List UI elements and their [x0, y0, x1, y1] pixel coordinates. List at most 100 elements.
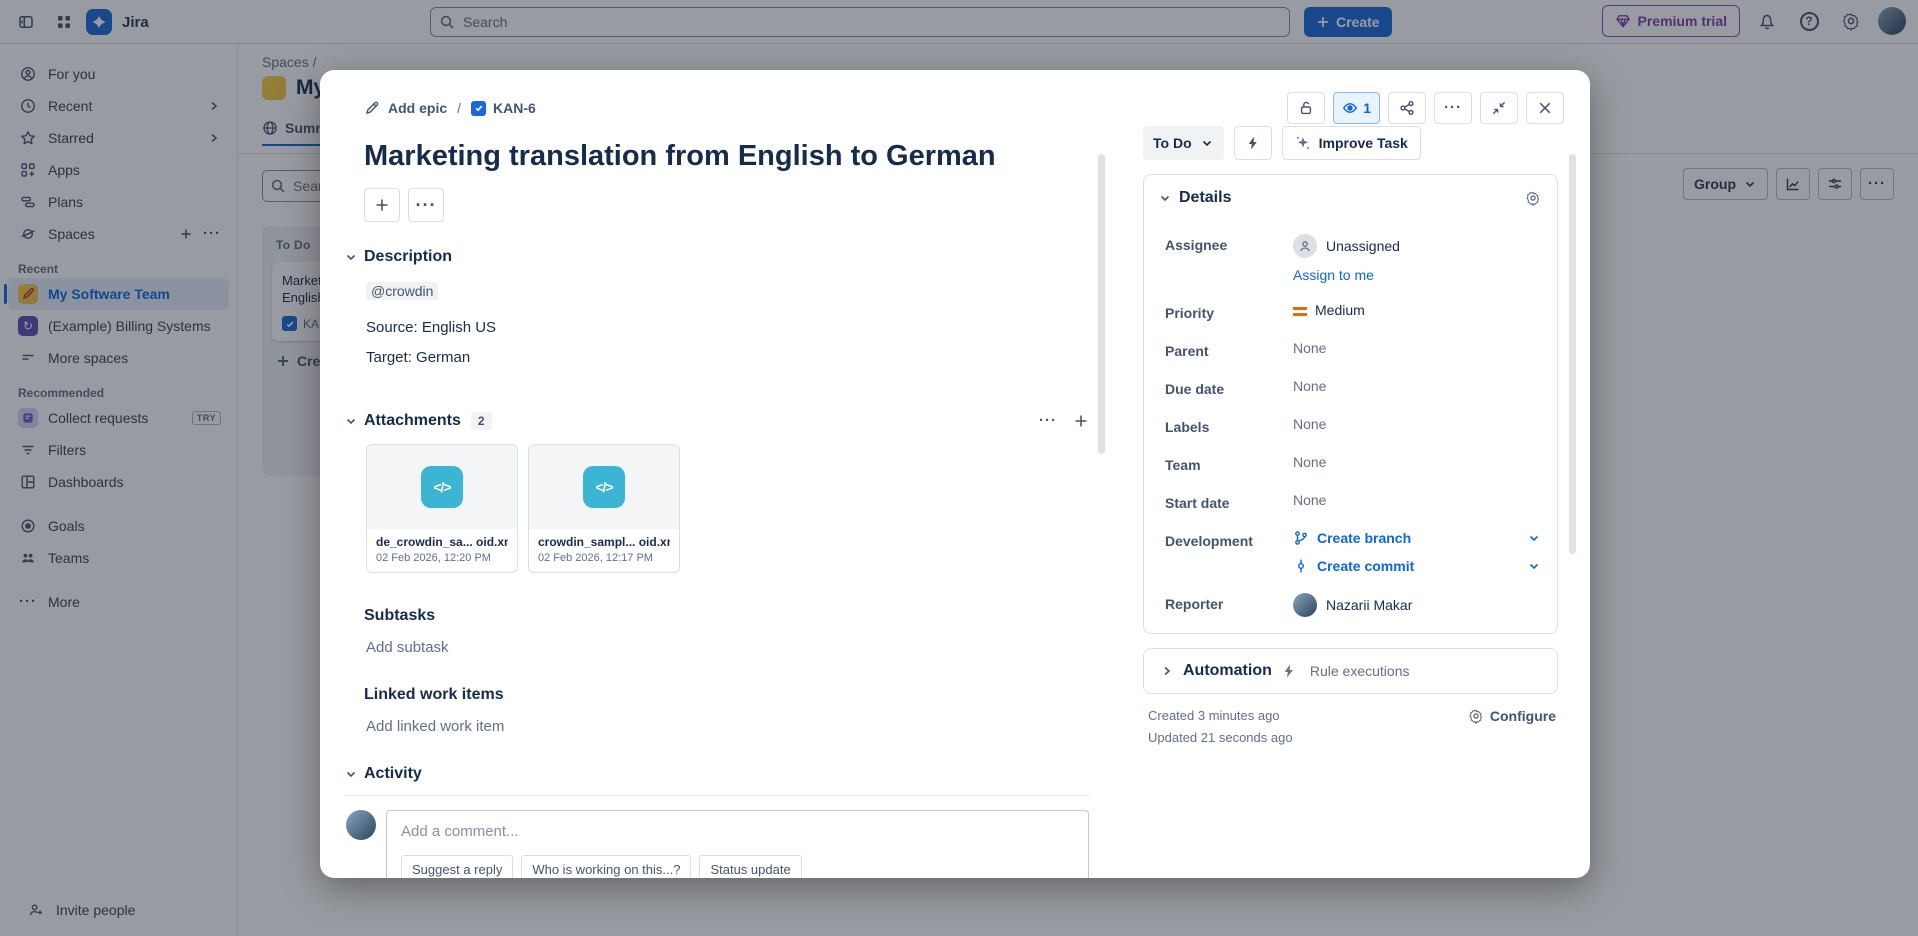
attachment-name: de_crowdin_sa... oid.xml [376, 535, 508, 549]
labels-label: Labels [1165, 416, 1293, 435]
automation-heading: Automation [1183, 662, 1272, 680]
lightning-icon [1281, 663, 1297, 679]
automation-actions-button[interactable] [1234, 126, 1272, 160]
edit-pencil-icon [364, 100, 380, 116]
due-date-field[interactable]: None [1293, 378, 1541, 394]
add-attachment-button[interactable] [1073, 413, 1089, 429]
priority-medium-icon [1293, 307, 1307, 316]
unlock-icon [1298, 100, 1314, 116]
due-date-label: Due date [1165, 378, 1293, 397]
reporter-value: Nazarii Makar [1326, 597, 1412, 613]
chevron-down-icon [344, 414, 358, 428]
parent-label: Parent [1165, 340, 1293, 359]
assignee-label: Assignee [1165, 234, 1293, 253]
user-avatar [346, 810, 376, 840]
add-linked-item-field[interactable]: Add linked work item [366, 718, 1089, 735]
g0ear-icon [1468, 708, 1484, 724]
close-modal-button[interactable] [1526, 92, 1564, 124]
attachments-count-badge: 2 [471, 412, 492, 430]
mention-crowdin[interactable]: @crowdin [366, 282, 438, 300]
xml-file-icon: </> [583, 466, 625, 508]
watch-button[interactable]: 1 [1333, 92, 1380, 124]
share-icon [1399, 100, 1415, 116]
updated-timestamp: Updated 21 seconds ago [1148, 730, 1558, 745]
attachments-more-button[interactable]: ··· [1039, 416, 1057, 426]
lightning-icon [1245, 135, 1261, 151]
work-item-modal: Add epic / KAN-6 1 ··· [320, 70, 1590, 878]
eye-icon [1342, 100, 1358, 116]
attachment-card[interactable]: </> de_crowdin_sa... oid.xml 02 Feb 2026… [366, 444, 518, 573]
chevron-down-icon [1200, 136, 1214, 150]
branch-icon [1293, 530, 1309, 546]
rule-executions-label: Rule executions [1310, 663, 1410, 679]
create-branch-link[interactable]: Create branch [1317, 530, 1411, 546]
quick-reply-suggest[interactable]: Suggest a reply [401, 855, 513, 878]
labels-field[interactable]: None [1293, 416, 1541, 432]
modal-more-button[interactable]: ··· [1434, 92, 1472, 124]
reporter-avatar [1293, 593, 1317, 617]
description-section-header[interactable]: Description [344, 248, 1089, 266]
attachment-card[interactable]: </> crowdin_sampl... oid.xml 02 Feb 2026… [528, 444, 680, 573]
attachment-name: crowdin_sampl... oid.xml [538, 535, 670, 549]
status-dropdown[interactable]: To Do [1143, 126, 1224, 160]
activity-section-header[interactable]: Activity [344, 765, 1089, 783]
reporter-label: Reporter [1165, 593, 1293, 612]
breadcrumb-separator: / [457, 100, 461, 116]
reporter-field[interactable]: Nazarii Makar [1293, 593, 1541, 617]
details-panel: Details Assignee Unassigned Assign to me [1143, 174, 1558, 634]
chevron-right-icon [1160, 664, 1174, 678]
issue-key-link[interactable]: KAN-6 [471, 100, 536, 116]
add-epic-button[interactable]: Add epic [364, 100, 447, 116]
chevron-down-icon[interactable] [1527, 531, 1541, 545]
chevron-down-icon [344, 767, 358, 781]
team-field[interactable]: None [1293, 454, 1541, 470]
parent-field[interactable]: None [1293, 340, 1541, 356]
priority-field[interactable]: Medium [1293, 302, 1541, 318]
divider [344, 795, 1089, 796]
chevron-down-icon [344, 250, 358, 264]
attachment-date: 02 Feb 2026, 12:17 PM [538, 552, 670, 564]
commit-icon [1293, 558, 1309, 574]
comment-placeholder[interactable]: Add a comment... [401, 823, 1074, 840]
modal-scrollbar[interactable] [1569, 154, 1576, 554]
attachment-thumbnail: </> [367, 445, 517, 529]
create-commit-link[interactable]: Create commit [1317, 558, 1414, 574]
quick-reply-who-working[interactable]: Who is working on this...? [521, 855, 691, 878]
description-line: Target: German [366, 349, 1089, 366]
start-date-field[interactable]: None [1293, 492, 1541, 508]
attachments-section-header[interactable]: Attachments 2 ··· [344, 412, 1089, 430]
details-heading: Details [1179, 189, 1231, 207]
priority-label: Priority [1165, 302, 1293, 321]
content-more-button[interactable]: ··· [408, 188, 444, 222]
chevron-down-icon[interactable] [1158, 191, 1172, 205]
start-date-label: Start date [1165, 492, 1293, 511]
issue-title[interactable]: Marketing translation from English to Ge… [364, 138, 1089, 174]
automation-panel[interactable]: Automation Rule executions [1143, 648, 1558, 694]
configure-button[interactable]: Configure [1468, 708, 1556, 724]
plus-icon [374, 197, 390, 213]
assignee-value: Unassigned [1326, 238, 1400, 254]
improve-task-button[interactable]: Improve Task [1282, 126, 1421, 160]
assignee-field[interactable]: Unassigned [1293, 234, 1541, 258]
ai-sparkle-icon [1295, 135, 1311, 151]
linked-items-section-header: Linked work items [344, 686, 1089, 704]
attachment-thumbnail: </> [529, 445, 679, 529]
assign-to-me-link[interactable]: Assign to me [1293, 267, 1374, 283]
add-content-button[interactable] [364, 188, 400, 222]
close-icon [1537, 100, 1553, 116]
lock-button[interactable] [1287, 92, 1325, 124]
details-settings-button[interactable] [1525, 190, 1541, 206]
xml-file-icon: </> [421, 466, 463, 508]
watcher-count: 1 [1363, 100, 1371, 116]
add-subtask-field[interactable]: Add subtask [366, 639, 1089, 656]
chevron-down-icon[interactable] [1527, 559, 1541, 573]
comment-editor[interactable]: Add a comment... Suggest a reply Who is … [386, 810, 1089, 878]
content-scrollbar[interactable] [1098, 154, 1105, 454]
collapse-modal-button[interactable] [1480, 92, 1518, 124]
subtasks-section-header: Subtasks [344, 607, 1089, 625]
quick-reply-status-update[interactable]: Status update [699, 855, 801, 878]
jira-app: Jira Create Premium trial ? [0, 0, 1918, 936]
priority-value: Medium [1315, 302, 1365, 318]
development-label: Development [1165, 530, 1293, 549]
share-button[interactable] [1388, 92, 1426, 124]
